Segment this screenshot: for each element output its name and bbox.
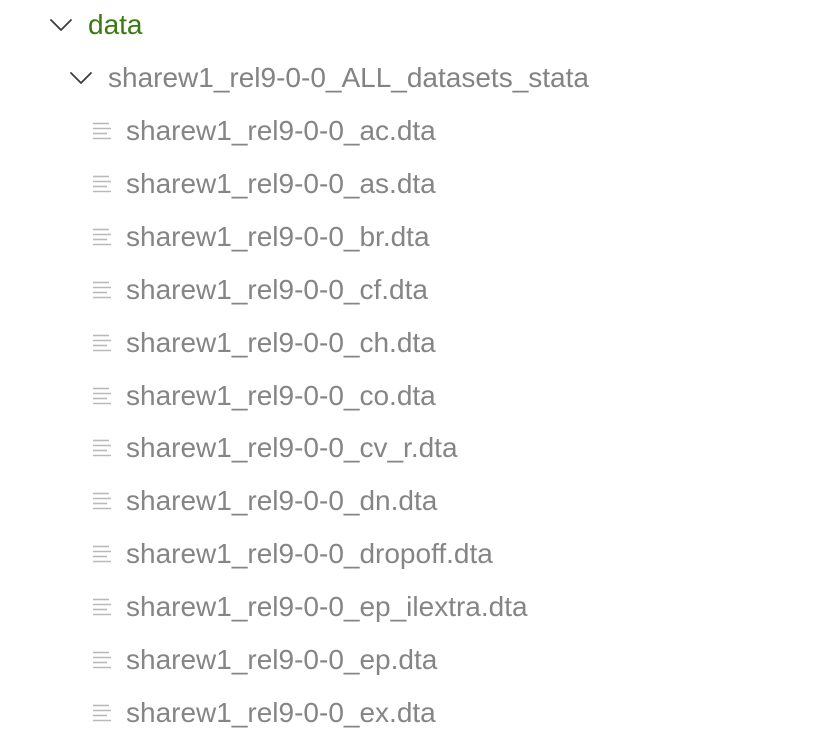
tree-item-file[interactable]: sharew1_rel9-0-0_as.dta — [0, 160, 436, 208]
file-lines-icon — [91, 226, 113, 248]
file-lines-icon — [91, 332, 113, 354]
tree-item-file[interactable]: sharew1_rel9-0-0_co.dta — [0, 372, 436, 420]
tree-item-label: sharew1_rel9-0-0_cf.dta — [126, 274, 428, 305]
file-lines-icon — [91, 120, 113, 142]
tree-item-file[interactable]: sharew1_rel9-0-0_cf.dta — [0, 266, 428, 314]
tree-item-file[interactable]: sharew1_rel9-0-0_dropoff.dta — [0, 530, 493, 578]
tree-item-label: sharew1_rel9-0-0_as.dta — [126, 168, 436, 199]
tree-item-file[interactable]: sharew1_rel9-0-0_dn.dta — [0, 477, 437, 525]
tree-item-file[interactable]: sharew1_rel9-0-0_ep_ilextra.dta — [0, 583, 528, 631]
file-lines-icon — [91, 385, 113, 407]
tree-item-label: data — [88, 9, 143, 40]
file-lines-icon — [91, 279, 113, 301]
tree-item-label: sharew1_rel9-0-0_ex.dta — [126, 697, 436, 728]
tree-item-label: sharew1_rel9-0-0_cv_r.dta — [126, 432, 458, 463]
tree-item-file[interactable]: sharew1_rel9-0-0_ep.dta — [0, 636, 437, 684]
tree-item-label: sharew1_rel9-0-0_ALL_datasets_stata — [108, 62, 589, 93]
tree-item-file[interactable]: sharew1_rel9-0-0_ac.dta — [0, 107, 436, 155]
chevron-down-icon[interactable] — [49, 13, 73, 37]
file-lines-icon — [91, 702, 113, 724]
file-lines-icon — [91, 173, 113, 195]
file-lines-icon — [91, 649, 113, 671]
tree-item-label: sharew1_rel9-0-0_ac.dta — [126, 115, 436, 146]
tree-item-label: sharew1_rel9-0-0_ep_ilextra.dta — [126, 591, 528, 622]
tree-item-file[interactable]: sharew1_rel9-0-0_ex.dta — [0, 689, 436, 737]
tree-item-label: sharew1_rel9-0-0_br.dta — [126, 221, 430, 252]
tree-item-data-folder[interactable]: data — [0, 1, 143, 49]
file-lines-icon — [91, 490, 113, 512]
chevron-down-icon[interactable] — [69, 66, 93, 90]
tree-item-label: sharew1_rel9-0-0_co.dta — [126, 380, 436, 411]
tree-item-file[interactable]: sharew1_rel9-0-0_cv_r.dta — [0, 424, 458, 472]
tree-item-label: sharew1_rel9-0-0_ch.dta — [126, 327, 436, 358]
file-tree: data sharew1_rel9-0-0_ALL_datasets_stata… — [0, 0, 828, 738]
file-lines-icon — [91, 543, 113, 565]
tree-item-file[interactable]: sharew1_rel9-0-0_ch.dta — [0, 319, 436, 367]
file-lines-icon — [91, 437, 113, 459]
tree-item-datasets-folder[interactable]: sharew1_rel9-0-0_ALL_datasets_stata — [0, 54, 589, 102]
file-lines-icon — [91, 596, 113, 618]
tree-item-label: sharew1_rel9-0-0_ep.dta — [126, 644, 438, 675]
tree-item-label: sharew1_rel9-0-0_dropoff.dta — [126, 538, 493, 569]
tree-item-label: sharew1_rel9-0-0_dn.dta — [126, 485, 438, 516]
tree-item-file[interactable]: sharew1_rel9-0-0_br.dta — [0, 213, 430, 261]
